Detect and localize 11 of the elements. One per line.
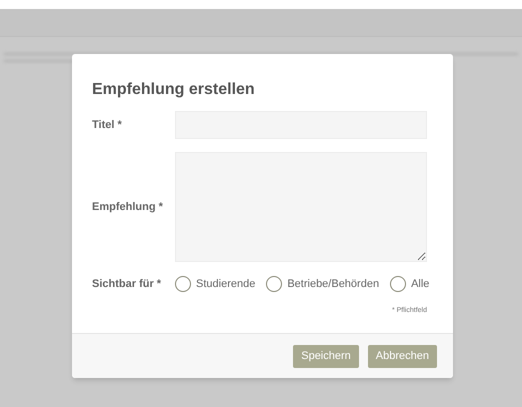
field-label: Empfehlung *: [92, 200, 164, 215]
textarea-field[interactable]: [175, 152, 427, 262]
radio-button[interactable]: [175, 276, 191, 292]
radio-label[interactable]: Alle: [411, 276, 430, 292]
dialog-title: Empfehlung erstellen: [92, 80, 256, 100]
radio-button[interactable]: [390, 276, 406, 292]
radio-label[interactable]: Studierende: [196, 276, 256, 292]
radio-label[interactable]: Betriebe/Behörden: [287, 276, 380, 292]
field-label: Titel *: [92, 118, 123, 133]
field-label: Sichtbar für *: [92, 277, 162, 292]
radio-button[interactable]: [266, 276, 282, 292]
